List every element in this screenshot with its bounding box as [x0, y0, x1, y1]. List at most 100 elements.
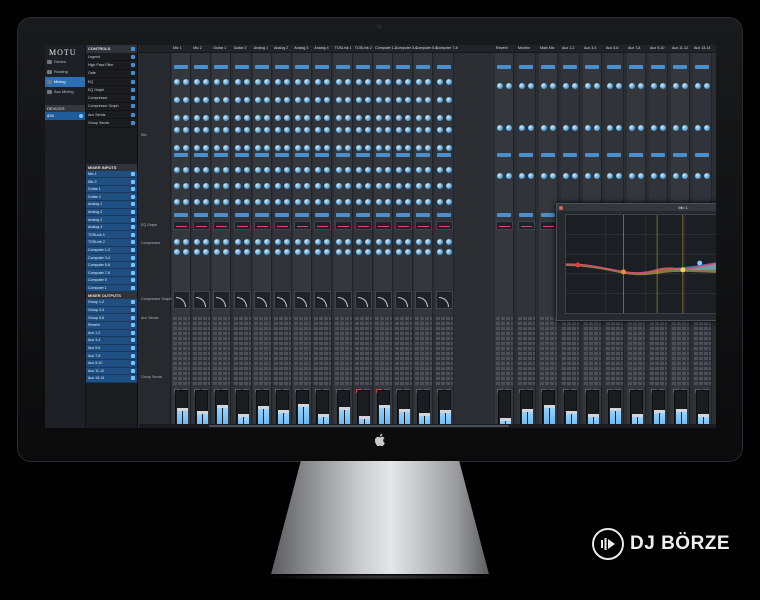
send-buttons[interactable] [233, 332, 251, 335]
send-buttons[interactable] [375, 322, 392, 325]
strip-tag[interactable] [234, 153, 249, 157]
mixer-input-row[interactable]: Computer 9 [86, 276, 137, 285]
knob-icon[interactable] [254, 97, 261, 103]
send-buttons[interactable] [253, 352, 271, 355]
send-buttons[interactable] [628, 347, 645, 350]
send-buttons[interactable] [233, 377, 251, 380]
knob-icon[interactable] [376, 249, 382, 255]
knob-icon[interactable] [174, 183, 180, 189]
strip-tag[interactable] [335, 65, 350, 69]
strip-tag[interactable] [355, 65, 370, 69]
send-buttons[interactable] [540, 332, 557, 335]
send-buttons[interactable] [213, 372, 231, 375]
knob-icon[interactable] [385, 79, 391, 85]
knob-icon[interactable] [396, 249, 403, 255]
knob-icon[interactable] [651, 173, 657, 179]
compressor-thumbnail[interactable] [233, 291, 251, 309]
send-buttons[interactable] [253, 377, 271, 380]
send-buttons[interactable] [213, 322, 231, 325]
fader-handle[interactable] [654, 410, 665, 413]
knob-icon[interactable] [243, 167, 250, 173]
send-buttons[interactable] [253, 322, 271, 325]
knob-icon[interactable] [425, 115, 432, 121]
knob-icon[interactable] [385, 167, 391, 173]
strip-tag[interactable] [254, 213, 269, 217]
send-buttons[interactable] [193, 322, 211, 325]
send-buttons[interactable] [415, 342, 433, 345]
fader-track[interactable] [175, 390, 188, 428]
send-buttons[interactable] [496, 317, 513, 320]
knob-icon[interactable] [214, 239, 221, 245]
knob-icon[interactable] [335, 249, 342, 255]
knob-icon[interactable] [425, 145, 432, 151]
strip-tag[interactable] [541, 213, 555, 217]
knob-icon[interactable] [284, 199, 290, 205]
strip-name[interactable]: Mic 1 [173, 46, 182, 50]
send-buttons[interactable] [314, 372, 332, 375]
send-buttons[interactable] [672, 372, 689, 375]
checkbox-icon[interactable] [131, 187, 135, 192]
knob-icon[interactable] [607, 125, 613, 131]
send-buttons[interactable] [354, 382, 372, 385]
knob-icon[interactable] [194, 145, 201, 151]
fader-track[interactable] [520, 390, 533, 428]
knob-icon[interactable] [254, 145, 261, 151]
knob-icon[interactable] [425, 167, 432, 173]
send-buttons[interactable] [294, 377, 312, 380]
knob-icon[interactable] [254, 239, 261, 245]
fader-handle[interactable] [522, 409, 533, 412]
knob-icon[interactable] [315, 127, 322, 133]
fader-track[interactable] [696, 390, 709, 428]
fader-track[interactable] [630, 390, 643, 428]
send-buttons[interactable] [294, 362, 312, 365]
knob-icon[interactable] [364, 183, 371, 189]
send-buttons[interactable] [540, 352, 557, 355]
knob-icon[interactable] [335, 79, 342, 85]
knob-icon[interactable] [174, 239, 180, 245]
mixer-input-row[interactable]: Computer 5-6 [86, 261, 137, 270]
knob-icon[interactable] [364, 249, 371, 255]
send-buttons[interactable] [253, 317, 271, 320]
knob-icon[interactable] [275, 199, 281, 205]
send-buttons[interactable] [672, 347, 689, 350]
fader-track[interactable] [336, 390, 350, 428]
checkbox-icon[interactable] [131, 112, 135, 117]
knob-icon[interactable] [174, 79, 180, 85]
send-buttons[interactable] [606, 367, 623, 370]
knob-icon[interactable] [295, 145, 302, 151]
strip-tag[interactable] [607, 65, 621, 69]
send-buttons[interactable] [606, 337, 623, 340]
knob-icon[interactable] [445, 127, 452, 133]
fader-handle[interactable] [500, 418, 511, 421]
eq-thumbnail[interactable] [193, 221, 211, 230]
fader-track[interactable] [296, 390, 310, 428]
knob-icon[interactable] [315, 79, 322, 85]
send-buttons[interactable] [375, 382, 392, 385]
send-buttons[interactable] [584, 367, 601, 370]
fader-handle[interactable] [358, 416, 370, 419]
mixer-input-row[interactable]: TOSLink 1 [86, 231, 137, 240]
send-buttons[interactable] [354, 347, 372, 350]
knob-icon[interactable] [445, 239, 452, 245]
checkbox-icon[interactable] [131, 255, 135, 260]
knob-icon[interactable] [396, 183, 403, 189]
knob-icon[interactable] [194, 239, 201, 245]
send-buttons[interactable] [253, 367, 271, 370]
knob-icon[interactable] [405, 199, 412, 205]
send-buttons[interactable] [294, 352, 312, 355]
send-buttons[interactable] [354, 322, 372, 325]
send-buttons[interactable] [354, 357, 372, 360]
send-buttons[interactable] [354, 362, 372, 365]
checkbox-icon[interactable] [131, 225, 135, 230]
strip-name[interactable]: Computer 1-2 [375, 46, 397, 50]
send-buttons[interactable] [562, 347, 579, 350]
eq-node-mid1[interactable] [620, 269, 626, 275]
send-buttons[interactable] [562, 332, 579, 335]
send-buttons[interactable] [435, 352, 453, 355]
send-buttons[interactable] [606, 352, 623, 355]
checkbox-icon[interactable] [131, 278, 135, 283]
knob-icon[interactable] [275, 167, 281, 173]
knob-icon[interactable] [335, 183, 342, 189]
strip-name[interactable]: Computer 5-6 [415, 46, 437, 50]
strip-name[interactable]: Aux 11-12 [672, 46, 688, 50]
